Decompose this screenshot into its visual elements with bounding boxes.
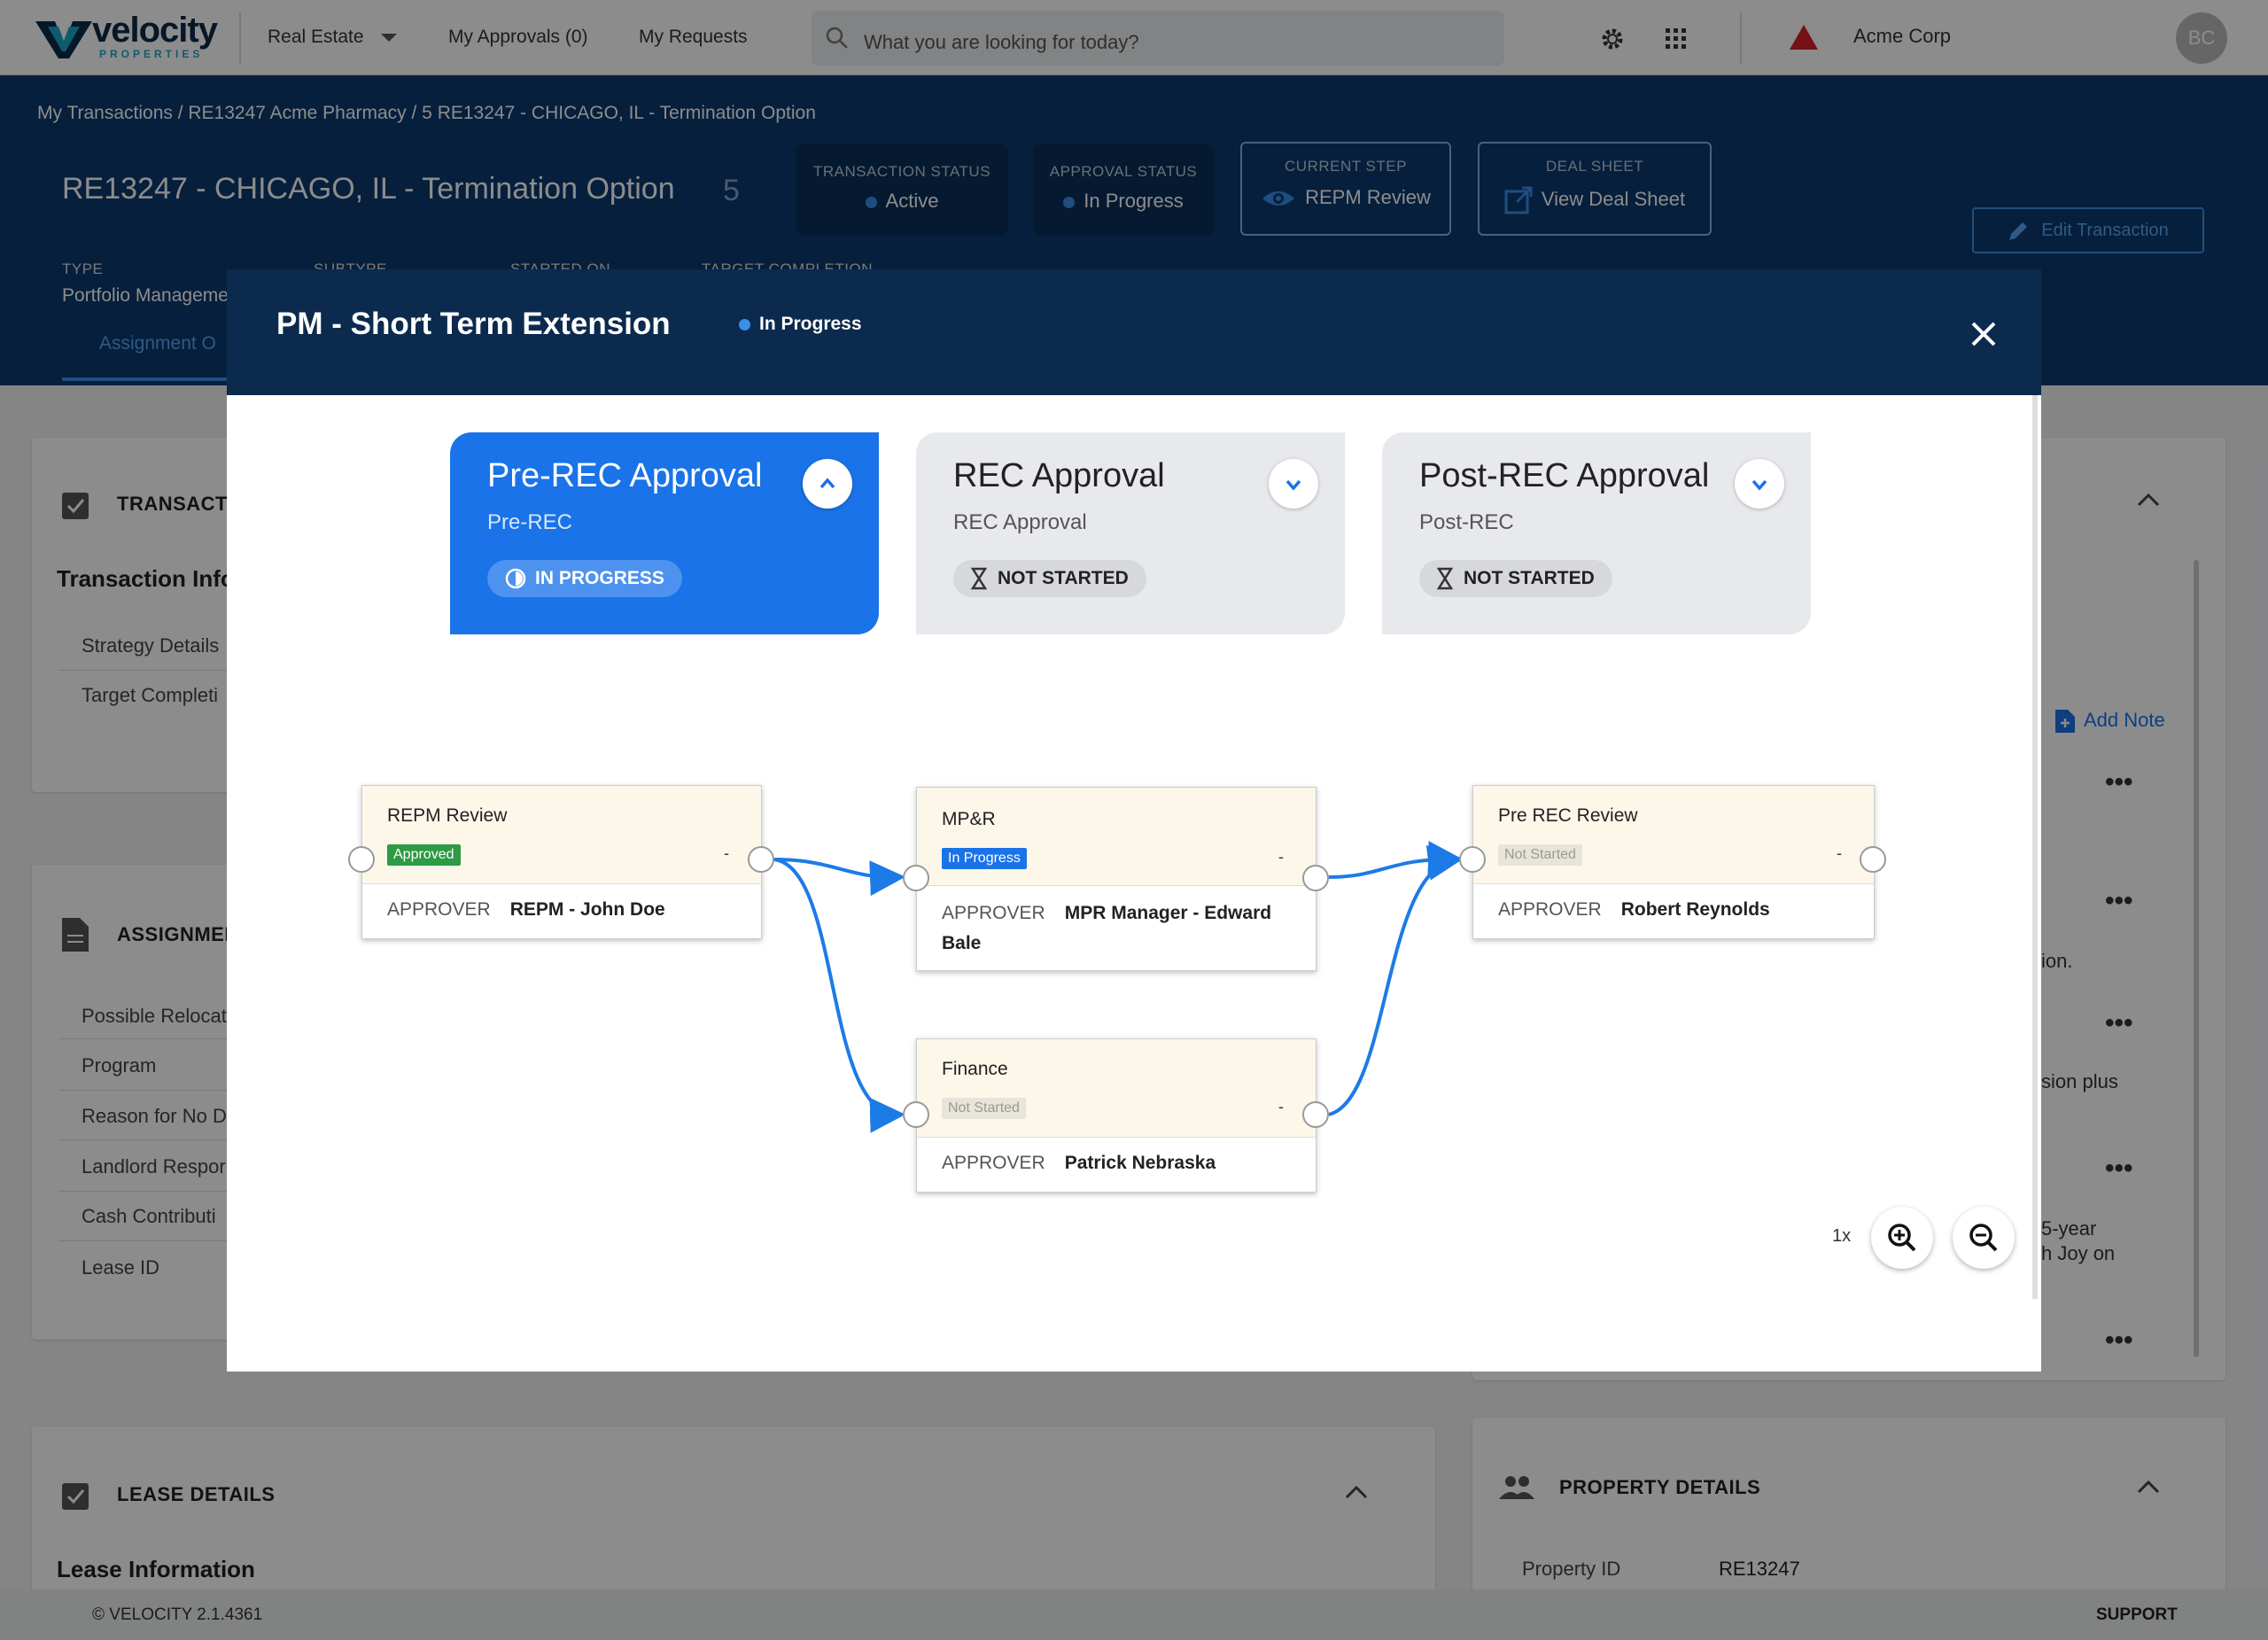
zoom-in-button[interactable] — [1871, 1207, 1933, 1269]
approver-label: APPROVER — [1498, 899, 1602, 920]
node-dash: - — [724, 844, 729, 862]
node-output-port[interactable] — [1860, 846, 1886, 873]
node-input-port[interactable] — [1459, 846, 1486, 873]
workflow-node[interactable]: Finance Not Started - APPROVER Patrick Ne… — [916, 1038, 1317, 1193]
approver-label: APPROVER — [942, 1153, 1045, 1173]
status-badge: Approved — [387, 844, 461, 866]
workflow-node[interactable]: MP&R In Progress - APPROVER MPR Manager -… — [916, 787, 1317, 971]
status-badge: Not Started — [1498, 844, 1582, 866]
zoom-out-button[interactable] — [1953, 1207, 2015, 1269]
approver-name: REPM - John Doe — [509, 899, 665, 920]
status-badge: In Progress — [942, 848, 1027, 869]
node-title: MP&R — [942, 809, 996, 829]
approver-name: Patrick Nebraska — [1064, 1153, 1216, 1173]
approver-label: APPROVER — [387, 899, 491, 920]
workflow-node[interactable]: Pre REC Review Not Started - APPROVER Rob… — [1472, 785, 1875, 939]
zoom-in-icon — [1888, 1224, 1916, 1252]
zoom-out-icon — [1969, 1224, 1998, 1252]
workflow-node[interactable]: REPM Review Approved - APPROVER REPM - Jo… — [361, 785, 762, 939]
node-title: REPM Review — [387, 805, 508, 826]
node-dash: - — [1278, 848, 1284, 866]
node-input-port[interactable] — [903, 1101, 929, 1128]
approver-name-continued: Bale — [942, 933, 982, 953]
node-dash: - — [1837, 844, 1842, 862]
zoom-level: 1x — [1832, 1226, 1852, 1246]
node-input-port[interactable] — [348, 846, 375, 873]
node-title: Finance — [942, 1059, 1008, 1079]
node-dash: - — [1278, 1098, 1284, 1115]
approver-label: APPROVER — [942, 903, 1045, 923]
status-badge: Not Started — [942, 1098, 1026, 1119]
approver-name: Robert Reynolds — [1620, 899, 1770, 920]
approver-name: MPR Manager - Edward — [1064, 903, 1272, 923]
node-input-port[interactable] — [903, 865, 929, 891]
node-output-port[interactable] — [748, 846, 774, 873]
node-output-port[interactable] — [1302, 865, 1329, 891]
node-output-port[interactable] — [1302, 1101, 1329, 1128]
node-title: Pre REC Review — [1498, 805, 1638, 826]
